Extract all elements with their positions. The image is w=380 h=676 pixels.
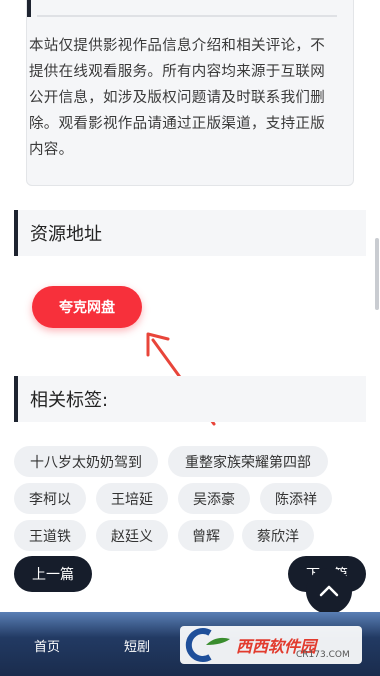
tag-item[interactable]: 蔡欣洋 <box>242 520 314 551</box>
resources-section-title: 资源地址 <box>14 210 366 256</box>
divider <box>37 15 337 17</box>
nav-item-shorts[interactable]: 短剧 <box>124 636 150 655</box>
watermark-logo-icon <box>185 628 230 662</box>
disclaimer-card: 本站仅提供影视作品信息介绍和相关评论，不提供在线观看服务。所有内容均来源于互联网… <box>26 0 354 186</box>
watermark-site: CR173.COM <box>296 650 350 660</box>
tag-item[interactable]: 王道铁 <box>14 520 86 551</box>
tag-item[interactable]: 李柯以 <box>14 483 86 514</box>
disclaimer-text: 本站仅提供影视作品信息介绍和相关评论，不提供在线观看服务。所有内容均来源于互联网… <box>29 38 325 158</box>
tag-item[interactable]: 重整家族荣耀第四部 <box>168 446 328 477</box>
chevron-up-icon <box>319 585 339 597</box>
back-to-top-button[interactable] <box>306 568 352 614</box>
prev-post-button[interactable]: 上一篇 <box>14 556 92 592</box>
tags-section-title: 相关标签: <box>14 376 366 422</box>
tag-item[interactable]: 王培延 <box>96 483 168 514</box>
quark-pan-button[interactable]: 夸克网盘 <box>32 286 142 328</box>
card-accent-bar <box>27 0 31 17</box>
tag-item[interactable]: 曾辉 <box>178 520 234 551</box>
page: 本站仅提供影视作品信息介绍和相关评论，不提供在线观看服务。所有内容均来源于互联网… <box>0 0 380 676</box>
nav-item-home[interactable]: 首页 <box>34 636 60 655</box>
tag-item[interactable]: 赵廷义 <box>96 520 168 551</box>
tag-item[interactable]: 吴添豪 <box>178 483 250 514</box>
scrollbar[interactable] <box>375 238 379 310</box>
tag-item[interactable]: 陈添祥 <box>260 483 332 514</box>
tag-item[interactable]: 十八岁太奶奶驾到 <box>14 446 158 477</box>
